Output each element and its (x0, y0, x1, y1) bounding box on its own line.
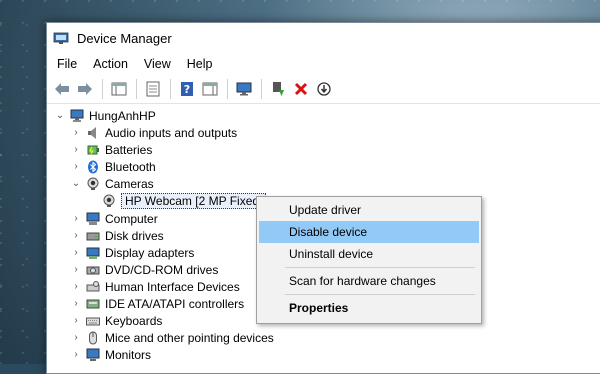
chevron-down-icon[interactable]: ⌄ (53, 110, 67, 121)
help-icon[interactable]: ? (176, 78, 198, 100)
toolbar-separator (261, 79, 262, 99)
tree-item-label: Cameras (105, 176, 154, 191)
menu-item-label: Scan for hardware changes (289, 274, 436, 288)
menu-item-properties[interactable]: Properties (259, 297, 479, 319)
tree-item-hid[interactable]: › Human Interface Devices (69, 278, 240, 295)
toolbar-separator (170, 79, 171, 99)
display-adapter-icon (86, 247, 100, 259)
tree-item-label-selected: HP Webcam [2 MP Fixed] (121, 192, 267, 209)
tree-item-hp-webcam[interactable]: HP Webcam [2 MP Fixed] (99, 192, 267, 209)
menu-view[interactable]: View (136, 57, 179, 71)
properties-icon[interactable] (142, 78, 164, 100)
toolbar-separator (136, 79, 137, 99)
battery-icon (87, 145, 99, 154)
tree-item-monitors[interactable]: › Monitors (69, 346, 151, 363)
action-pane-icon[interactable] (199, 78, 221, 100)
speaker-icon (88, 126, 96, 139)
tree-item-computer[interactable]: › Computer (69, 210, 158, 227)
menu-item-scan-hardware[interactable]: Scan for hardware changes (259, 270, 479, 292)
camera-icon (87, 177, 99, 190)
menu-item-label: Properties (289, 301, 349, 315)
menu-separator (285, 267, 475, 268)
menu-action[interactable]: Action (85, 57, 136, 71)
chevron-right-icon[interactable]: › (69, 161, 83, 172)
tree-item-label: Human Interface Devices (105, 279, 240, 294)
chevron-right-icon[interactable]: › (69, 264, 83, 275)
tree-item-label: Bluetooth (105, 159, 156, 174)
menu-item-update-driver[interactable]: Update driver (259, 199, 479, 221)
device-manager-icon (53, 32, 69, 44)
menu-item-label: Update driver (289, 203, 362, 217)
context-menu: Update driver Disable device Uninstall d… (256, 196, 482, 324)
menu-item-label: Uninstall device (289, 247, 374, 261)
computer-icon (70, 109, 84, 122)
forward-arrow-icon[interactable] (74, 78, 96, 100)
back-arrow-icon[interactable] (51, 78, 73, 100)
tree-root[interactable]: ⌄ HungAnhHP (53, 107, 156, 124)
menu-item-label: Disable device (289, 225, 368, 239)
disable-device-icon[interactable] (313, 78, 335, 100)
uninstall-icon[interactable] (290, 78, 312, 100)
tree-item-bluetooth[interactable]: › Bluetooth (69, 158, 156, 175)
tree-item-label: Computer (105, 211, 158, 226)
mouse-icon (89, 331, 97, 344)
show-hide-console-tree-icon[interactable] (108, 78, 130, 100)
chevron-right-icon[interactable]: › (69, 213, 83, 224)
menu-bar: File Action View Help (47, 53, 600, 75)
tree-item-batteries[interactable]: › Batteries (69, 141, 152, 158)
tree-item-disk-drives[interactable]: › Disk drives (69, 227, 164, 244)
tree-item-mice[interactable]: › Mice and other pointing devices (69, 329, 274, 346)
title-bar[interactable]: Device Manager (47, 23, 600, 53)
bluetooth-icon (88, 160, 98, 173)
tree-item-label: Keyboards (105, 313, 163, 328)
tree-item-label: Monitors (105, 347, 152, 362)
tree-item-label: Batteries (105, 142, 153, 157)
tree-item-dvd-drives[interactable]: › DVD/CD-ROM drives (69, 261, 218, 278)
disk-drive-icon (86, 232, 100, 240)
chevron-down-icon[interactable]: ⌄ (69, 178, 83, 189)
menu-item-uninstall-device[interactable]: Uninstall device (259, 243, 479, 265)
tree-item-label: Disk drives (105, 228, 164, 243)
tree-item-label: Display adapters (105, 245, 195, 260)
chevron-right-icon[interactable]: › (69, 230, 83, 241)
chevron-right-icon[interactable]: › (69, 127, 83, 138)
chevron-right-icon[interactable]: › (69, 247, 83, 258)
tree-root-label: HungAnhHP (89, 108, 156, 123)
tree-item-ide[interactable]: › IDE ATA/ATAPI controllers (69, 295, 244, 312)
svg-text:?: ? (184, 83, 190, 96)
chevron-right-icon[interactable]: › (69, 332, 83, 343)
chevron-right-icon[interactable]: › (69, 298, 83, 309)
tree-item-keyboards[interactable]: › Keyboards (69, 312, 162, 329)
computer-icon (86, 212, 100, 225)
chevron-right-icon[interactable]: › (69, 144, 83, 155)
webcam-icon (103, 194, 115, 207)
hid-icon (86, 280, 100, 291)
ide-controller-icon (86, 299, 100, 308)
toolbar-separator (227, 79, 228, 99)
tree-item-cameras[interactable]: ⌄ Cameras (69, 175, 154, 192)
menu-item-disable-device[interactable]: Disable device (259, 221, 479, 243)
tree-item-display-adapters[interactable]: › Display adapters (69, 244, 194, 261)
tree-item-label: DVD/CD-ROM drives (105, 262, 219, 277)
tree-item-audio[interactable]: › Audio inputs and outputs (69, 124, 237, 141)
menu-help[interactable]: Help (179, 57, 221, 71)
update-driver-icon[interactable] (267, 78, 289, 100)
monitor-icon (86, 348, 100, 361)
dvd-drive-icon (86, 266, 100, 274)
menu-file[interactable]: File (49, 57, 85, 71)
keyboard-icon (86, 317, 100, 325)
chevron-right-icon[interactable]: › (69, 349, 83, 360)
tree-item-label: Audio inputs and outputs (105, 125, 238, 140)
toolbar: ? (47, 75, 600, 104)
chevron-right-icon[interactable]: › (69, 281, 83, 292)
tree-item-label: Mice and other pointing devices (105, 330, 274, 345)
tree-item-label: IDE ATA/ATAPI controllers (105, 296, 245, 311)
menu-separator (285, 294, 475, 295)
chevron-right-icon[interactable]: › (69, 315, 83, 326)
window-title: Device Manager (77, 30, 172, 46)
toolbar-separator (102, 79, 103, 99)
monitor-scan-icon[interactable] (233, 78, 255, 100)
